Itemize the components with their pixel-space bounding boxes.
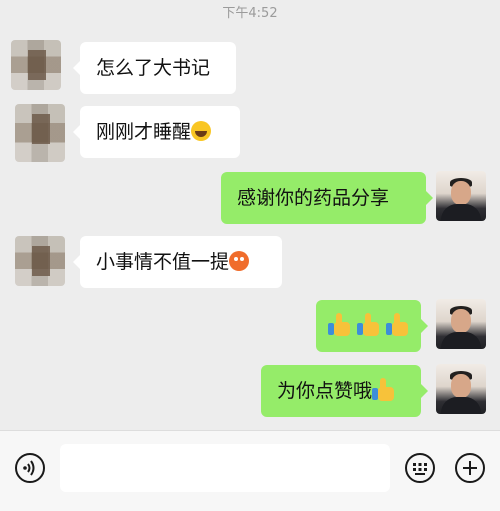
message-text: 为你点赞哦 [277, 380, 373, 402]
contact-avatar[interactable] [11, 40, 61, 90]
contact-avatar[interactable] [15, 236, 65, 286]
blushing-face-emoji [229, 251, 250, 271]
chat-timestamp: 下午4:52 [222, 6, 278, 21]
thumbs-up-emoji [328, 313, 351, 336]
avatar-face [451, 374, 471, 398]
emoji-keyboard-button[interactable] [405, 453, 435, 483]
avatar-body [441, 204, 481, 221]
avatar-face [451, 181, 471, 205]
message-bubble-incoming[interactable]: 小事情不值一提 [73, 236, 282, 288]
thumbs-up-emoji [372, 378, 395, 401]
message-bubble-outgoing[interactable]: 感谢你的药品分享 [221, 172, 433, 224]
message-text: 小事情不值一提 [96, 251, 230, 273]
avatar-body [441, 332, 481, 349]
message-text: 怎么了大书记 [96, 57, 211, 79]
input-toolbar [0, 430, 500, 511]
self-avatar[interactable] [436, 364, 486, 414]
laughing-tears-emoji [191, 121, 212, 141]
message-bubble-outgoing[interactable]: 为你点赞哦 [261, 365, 428, 417]
self-avatar[interactable] [436, 299, 486, 349]
message-bubble-outgoing[interactable] [316, 300, 428, 352]
voice-button[interactable] [15, 453, 45, 483]
avatar-body [441, 397, 481, 414]
keyboard-icon [413, 463, 427, 475]
message-bubble-incoming[interactable]: 怎么了大书记 [73, 42, 236, 94]
message-bubble-incoming[interactable]: 刚刚才睡醒 [73, 106, 240, 158]
more-button[interactable] [455, 453, 485, 483]
message-text: 感谢你的药品分享 [237, 187, 390, 209]
contact-avatar[interactable] [15, 104, 65, 162]
thumbs-up-emoji [386, 313, 409, 336]
thumbs-up-emoji [357, 313, 380, 336]
plus-icon [463, 461, 477, 475]
voice-icon [23, 460, 35, 476]
avatar-face [451, 309, 471, 333]
message-input[interactable] [60, 444, 390, 492]
message-text: 刚刚才睡醒 [96, 121, 192, 143]
self-avatar[interactable] [436, 171, 486, 221]
